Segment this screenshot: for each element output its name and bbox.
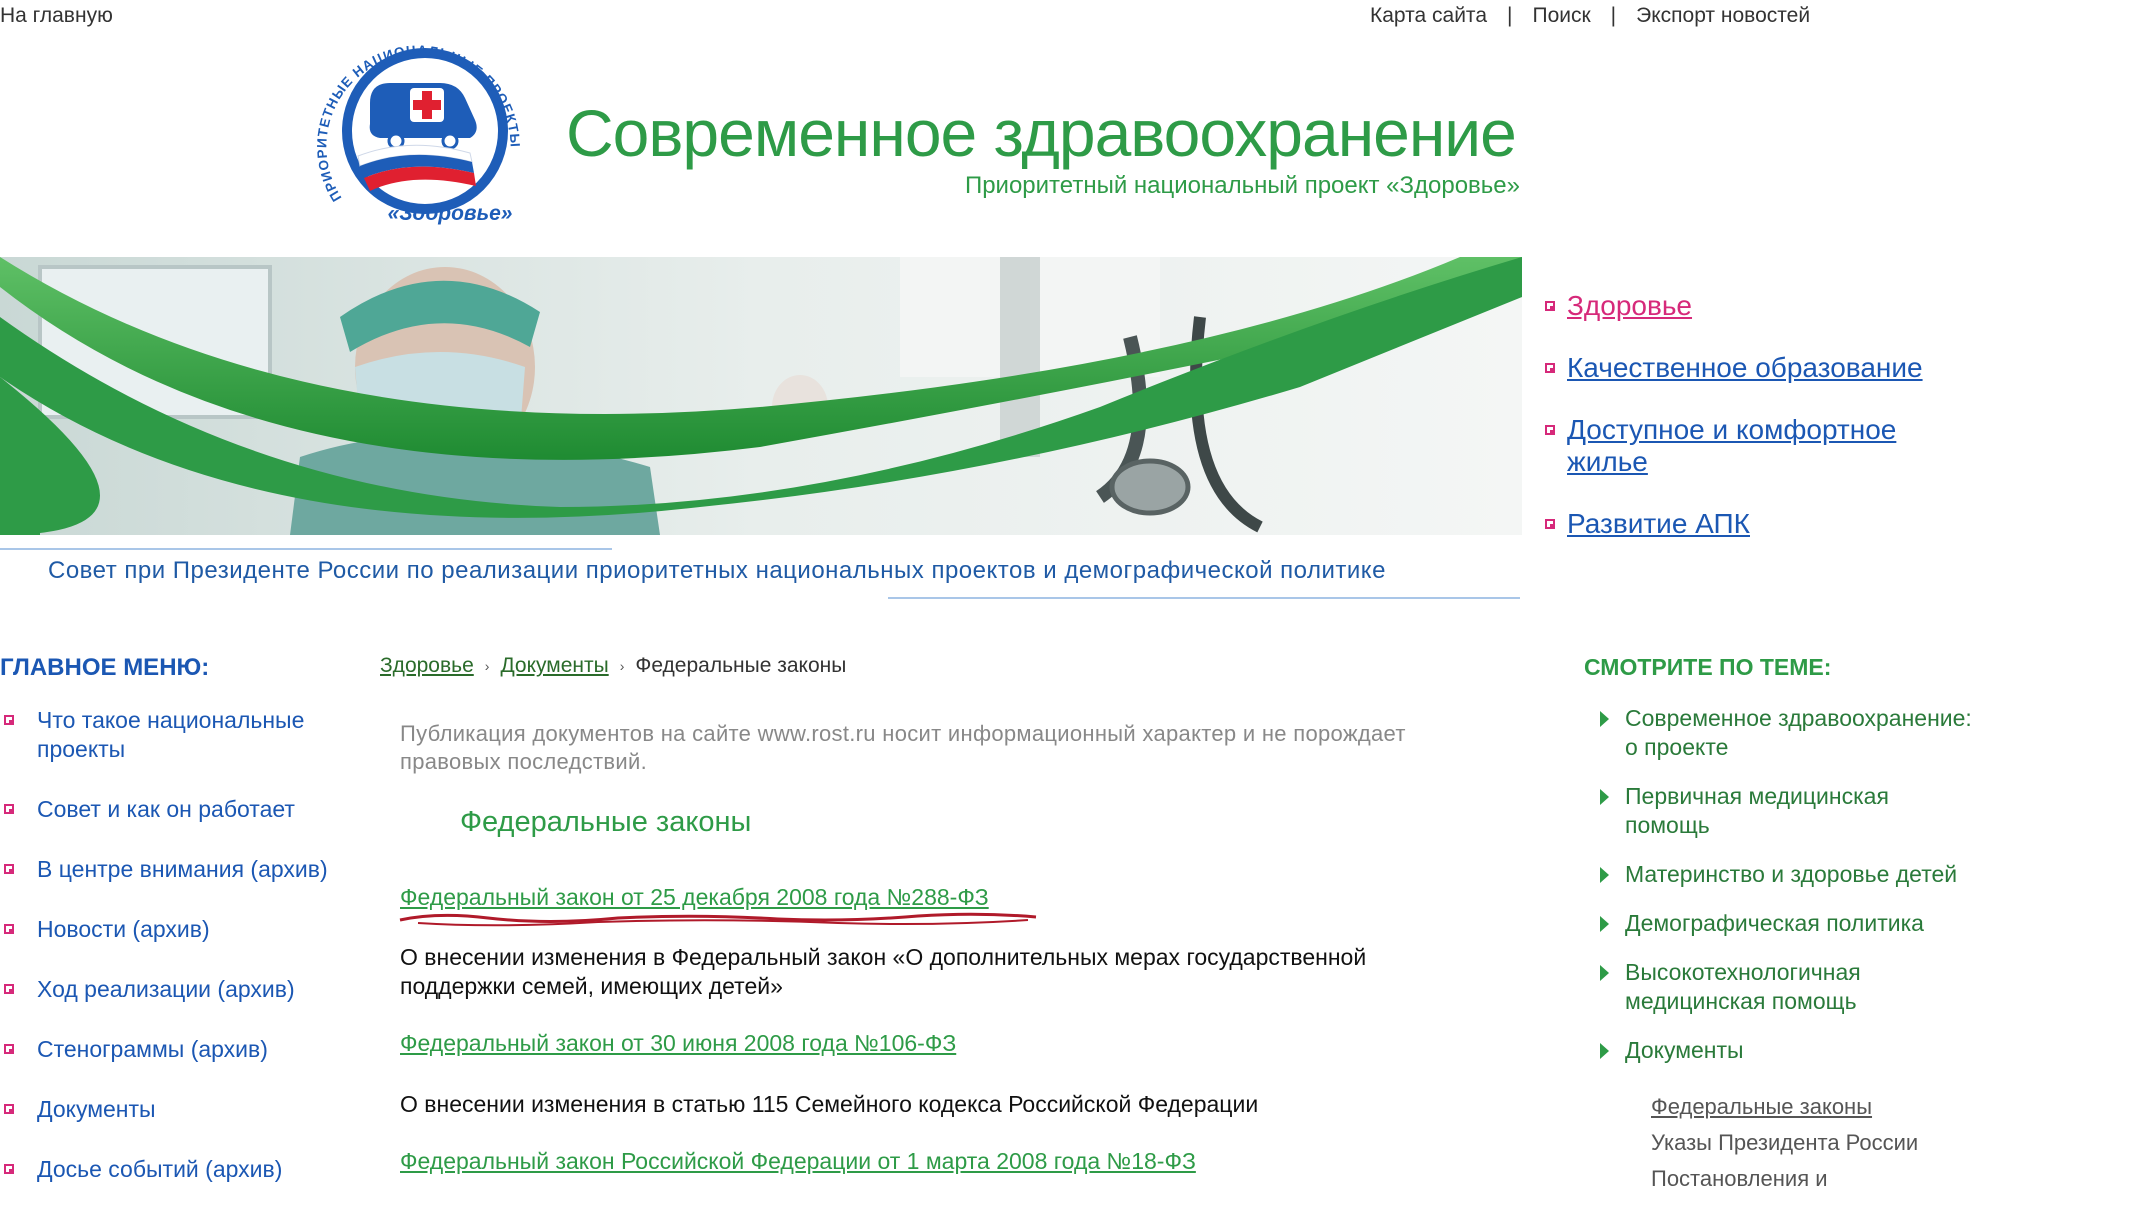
project-link-education[interactable]: Качественное образование [1567,352,1923,384]
square-bullet-icon [1545,301,1555,311]
menu-item: Новости (архив) [0,915,370,944]
menu-item: Ход реализации (архив) [0,975,370,1004]
square-bullet-icon [4,1044,14,1054]
main-menu: Что такое национальные проекты Совет и к… [0,706,370,1215]
breadcrumb-chevron-icon: › [484,658,490,674]
divider-line [888,597,1520,599]
related-link-maternity[interactable]: Материнство и здоровье детей [1625,860,1957,889]
square-bullet-icon [1545,425,1555,435]
documents-sublist: Федеральные законы Указы Президента Росс… [1651,1093,1918,1201]
related-list: Современное здравоохранение: о проекте П… [1600,704,1980,1085]
triangle-bullet-icon [1600,789,1609,805]
triangle-bullet-icon [1600,916,1609,932]
menu-item: Стенограммы (архив) [0,1035,370,1064]
sitemap-link[interactable]: Карта сайта [1370,4,1487,28]
related-item: Высокотехнологичная медицинская помощь [1600,958,1980,1016]
project-item: Качественное образование [1545,352,1965,384]
related-link-demography[interactable]: Демографическая политика [1625,909,1924,938]
project-link-agro[interactable]: Развитие АПК [1567,508,1750,540]
section-title: Федеральные законы [460,806,752,838]
breadcrumb-current: Федеральные законы [635,654,847,677]
triangle-bullet-icon [1600,867,1609,883]
health-project-logo[interactable]: ПРИОРИТЕТНЫЕ НАЦИОНАЛЬНЫЕ ПРОЕКТЫ «Здоро… [300,28,550,233]
related-title: СМОТРИТЕ ПО ТЕМЕ: [1584,654,1832,680]
related-link-primary-care[interactable]: Первичная медицинская помощь [1625,782,1980,840]
square-bullet-icon [4,1104,14,1114]
menu-link-national-projects[interactable]: Что такое национальные проекты [37,706,370,764]
related-link-about[interactable]: Современное здравоохранение: о проекте [1625,704,1980,762]
menu-link-progress-archive[interactable]: Ход реализации (архив) [37,975,295,1004]
top-nav: Карта сайта | Поиск | Экспорт новостей [1370,4,1810,28]
council-banner-text: Совет при Президенте России по реализаци… [48,557,1386,584]
law-description: О внесении изменения в Федеральный закон… [400,944,1367,999]
site-title: Современное здравоохранение [566,96,1517,170]
breadcrumb-link-documents[interactable]: Документы [500,654,608,678]
square-bullet-icon [4,715,14,725]
site-subtitle: Приоритетный национальный проект «Здоров… [964,172,1520,199]
square-bullet-icon [1545,519,1555,529]
sublink-presidential-decrees[interactable]: Указы Президента России [1651,1129,1918,1157]
related-item: Документы [1600,1036,1980,1065]
square-bullet-icon [4,804,14,814]
disclaimer-text: Публикация документов на сайте www.rost.… [400,721,1406,774]
nav-separator: | [1610,4,1617,27]
header-banner-image [0,257,1522,535]
square-bullet-icon [4,1164,14,1174]
law-link[interactable]: Федеральный закон от 25 декабря 2008 год… [400,884,989,911]
search-link[interactable]: Поиск [1532,4,1590,28]
divider-line [0,548,612,550]
nav-separator: | [1507,4,1513,27]
triangle-bullet-icon [1600,1043,1609,1059]
menu-link-events-archive[interactable]: Досье событий (архив) [37,1155,282,1184]
related-item: Современное здравоохранение: о проекте [1600,704,1980,762]
logo-label: «Здоровье» [388,202,513,225]
menu-link-focus-archive[interactable]: В центре внимания (архив) [37,855,328,884]
menu-link-news-archive[interactable]: Новости (архив) [37,915,210,944]
project-item: Здоровье [1545,290,1965,322]
menu-item: Совет и как он работает [0,795,370,824]
menu-item: Что такое национальные проекты [0,706,370,764]
menu-link-transcripts-archive[interactable]: Стенограммы (архив) [37,1035,268,1064]
law-link[interactable]: Федеральный закон Российской Федерации о… [400,1148,1196,1175]
sublink-federal-laws[interactable]: Федеральные законы [1651,1093,1918,1121]
national-projects-list: Здоровье Качественное образование Доступ… [1545,290,1965,570]
menu-link-council[interactable]: Совет и как он работает [37,795,295,824]
menu-link-documents[interactable]: Документы [37,1095,156,1124]
square-bullet-icon [4,984,14,994]
menu-item: Документы [0,1095,370,1124]
related-item: Демографическая политика [1600,909,1980,938]
related-item: Материнство и здоровье детей [1600,860,1980,889]
square-bullet-icon [1545,363,1555,373]
triangle-bullet-icon [1600,711,1609,727]
square-bullet-icon [4,924,14,934]
breadcrumb-chevron-icon: › [619,658,625,674]
triangle-bullet-icon [1600,965,1609,981]
project-link-health[interactable]: Здоровье [1567,290,1692,322]
menu-item: В центре внимания (архив) [0,855,370,884]
home-link[interactable]: На главную [0,4,113,28]
main-menu-title: ГЛАВНОЕ МЕНЮ: [0,654,210,681]
menu-item: Досье событий (архив) [0,1155,370,1184]
news-export-link[interactable]: Экспорт новостей [1636,4,1810,28]
project-link-housing[interactable]: Доступное и комфортное жилье [1567,414,1965,478]
project-item: Развитие АПК [1545,508,1965,540]
red-handwritten-underline [399,912,1037,927]
related-link-documents[interactable]: Документы [1625,1036,1744,1065]
law-description: О внесении изменения в статью 115 Семейн… [400,1091,1259,1117]
related-link-high-tech-care[interactable]: Высокотехнологичная медицинская помощь [1625,958,1980,1016]
law-link[interactable]: Федеральный закон от 30 июня 2008 года №… [400,1030,956,1057]
breadcrumb-link-health[interactable]: Здоровье [380,654,474,678]
breadcrumb: Здоровье › Документы › Федеральные закон… [380,654,846,678]
sublink-resolutions[interactable]: Постановления и [1651,1165,1918,1193]
project-item: Доступное и комфортное жилье [1545,414,1965,478]
related-item: Первичная медицинская помощь [1600,782,1980,840]
square-bullet-icon [4,864,14,874]
